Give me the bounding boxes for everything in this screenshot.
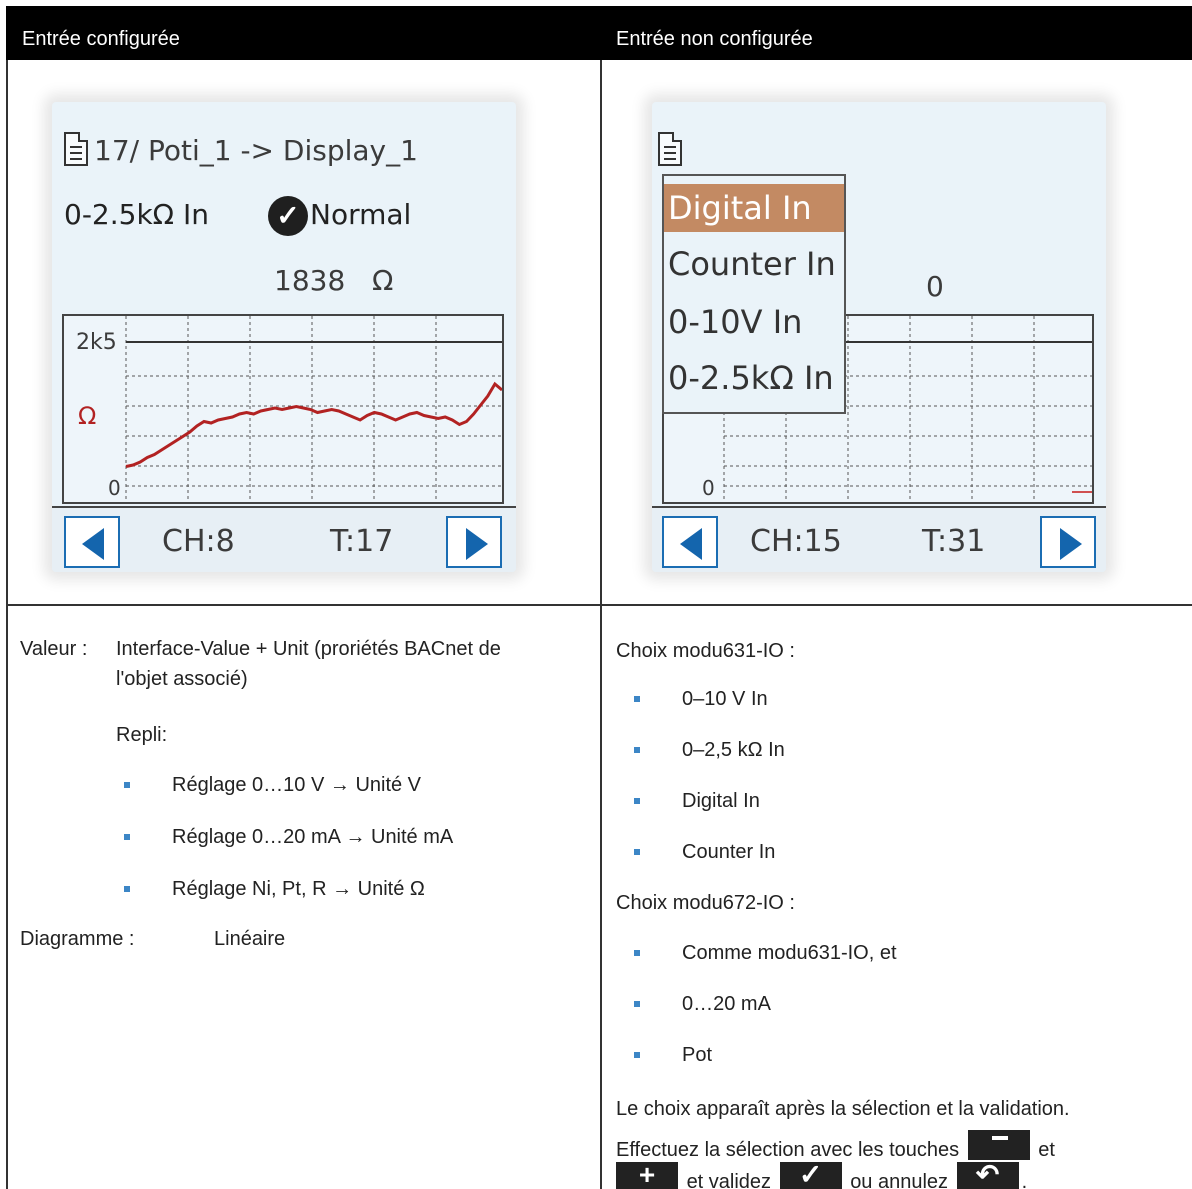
choice2-item: Comme modu631-IO, et (682, 942, 897, 964)
repli-item: Réglage 0…20 mA → Unité mA (172, 826, 454, 848)
choice1-item: 0–10 V In (682, 688, 768, 710)
note-text: Effectuez la sélection avec les touches (616, 1139, 960, 1161)
bullet-icon (124, 834, 130, 840)
valeur-line-2: l'objet associé) (116, 668, 248, 690)
choice2-item: Pot (682, 1044, 713, 1066)
choice1-item: 0–2,5 kΩ In (682, 739, 785, 761)
prev-channel-button[interactable] (64, 516, 120, 568)
bullet-icon (124, 886, 130, 892)
check-icon: ✓ (268, 196, 308, 236)
menu-item-counter-in[interactable]: Counter In (668, 240, 836, 288)
screen-title: 17/ Poti_1 -> Display_1 (94, 134, 418, 167)
back-key-icon: ↶ (956, 1160, 1019, 1189)
status-label: Normal (310, 198, 412, 231)
table-header: Entrée configurée Entrée non configurée (6, 6, 1192, 60)
valeur-label: Valeur : (20, 638, 88, 660)
repli-item: Réglage 0…10 V → Unité V (172, 774, 422, 796)
input-type-menu: Digital In Counter In 0-10V In 0-2.5kΩ I… (662, 174, 846, 414)
repli-label: Repli: (116, 724, 168, 746)
screen-nav-bar: CH:15 T:31 (652, 506, 1106, 572)
choice1-item: Digital In (682, 790, 760, 812)
confirm-key-icon: ✓ (779, 1160, 842, 1189)
header-configured: Entrée configurée (22, 28, 180, 50)
bullet-icon (634, 1052, 640, 1058)
column-divider (600, 60, 602, 1189)
bullet-icon (124, 782, 130, 788)
row-divider (6, 604, 1192, 606)
menu-item-0-10v-in[interactable]: 0-10V In (668, 298, 802, 346)
prev-channel-button[interactable] (662, 516, 718, 568)
next-channel-button[interactable] (446, 516, 502, 568)
plus-key-icon: + (616, 1160, 678, 1189)
arrow-left-icon (680, 528, 702, 560)
choice2-item: 0…20 mA (682, 993, 771, 1015)
channel-label: CH:15 (750, 524, 842, 559)
input-mode: 0-2.5kΩ In (64, 198, 209, 231)
minus-key-icon (967, 1130, 1030, 1160)
diagramme-value: Linéaire (214, 928, 286, 950)
y-axis-top-label: 2k5 (76, 330, 117, 355)
measured-unit: Ω (372, 264, 394, 297)
screen-nav-bar: CH:8 T:17 (52, 506, 516, 572)
choice1-heading: Choix modu631-IO : (616, 640, 795, 662)
y-axis-zero-label: 0 (108, 476, 121, 500)
arrow-right-icon (466, 528, 488, 560)
note-text: et (1038, 1139, 1055, 1161)
arrow-left-icon (82, 528, 104, 560)
diagramme-label: Diagramme : (20, 928, 135, 950)
trend-graph: 2k5 Ω 0 (62, 314, 504, 504)
note-line-1: Le choix apparaît après la sélection et … (616, 1098, 1070, 1120)
channel-label: CH:8 (162, 524, 235, 559)
valeur-line-1: Interface-Value + Unit (proriétés BACnet… (116, 638, 501, 660)
measured-value: 1838 (274, 264, 346, 297)
bullet-icon (634, 798, 640, 804)
bullet-icon (634, 849, 640, 855)
arrow-right-icon (1060, 528, 1082, 560)
bullet-icon (634, 950, 640, 956)
note-text: ou annulez (850, 1171, 949, 1189)
menu-item-0-2-5k-in[interactable]: 0-2.5kΩ In (668, 354, 834, 402)
document-icon (64, 132, 88, 166)
measured-value: 0 (926, 270, 944, 303)
trend-trace (125, 381, 502, 468)
note-text: et validez (686, 1171, 772, 1189)
tick-label: T:31 (922, 524, 986, 559)
menu-item-digital-in[interactable]: Digital In (664, 184, 844, 232)
device-screen-unconfigured: 0 0 Digital In Counter In 0-10V In 0-2.5… (652, 102, 1106, 572)
bullet-icon (634, 1001, 640, 1007)
tick-label: T:17 (330, 524, 394, 559)
repli-item: Réglage Ni, Pt, R → Unité Ω (172, 878, 425, 900)
choice2-heading: Choix modu672-IO : (616, 892, 795, 914)
header-unconfigured: Entrée non configurée (616, 28, 813, 50)
note-line-3: + et validez ✓ ou annulez ↶. (616, 1160, 1028, 1189)
y-axis-unit-label: Ω (78, 402, 97, 430)
bullet-icon (634, 696, 640, 702)
y-axis-zero-label: 0 (702, 476, 715, 500)
device-screen-configured: 17/ Poti_1 -> Display_1 0-2.5kΩ In ✓ Nor… (52, 102, 516, 572)
bullet-icon (634, 747, 640, 753)
document-icon (658, 132, 682, 166)
next-channel-button[interactable] (1040, 516, 1096, 568)
trend-graph-svg (125, 316, 502, 502)
note-text: . (1021, 1171, 1028, 1189)
choice1-item: Counter In (682, 841, 776, 863)
